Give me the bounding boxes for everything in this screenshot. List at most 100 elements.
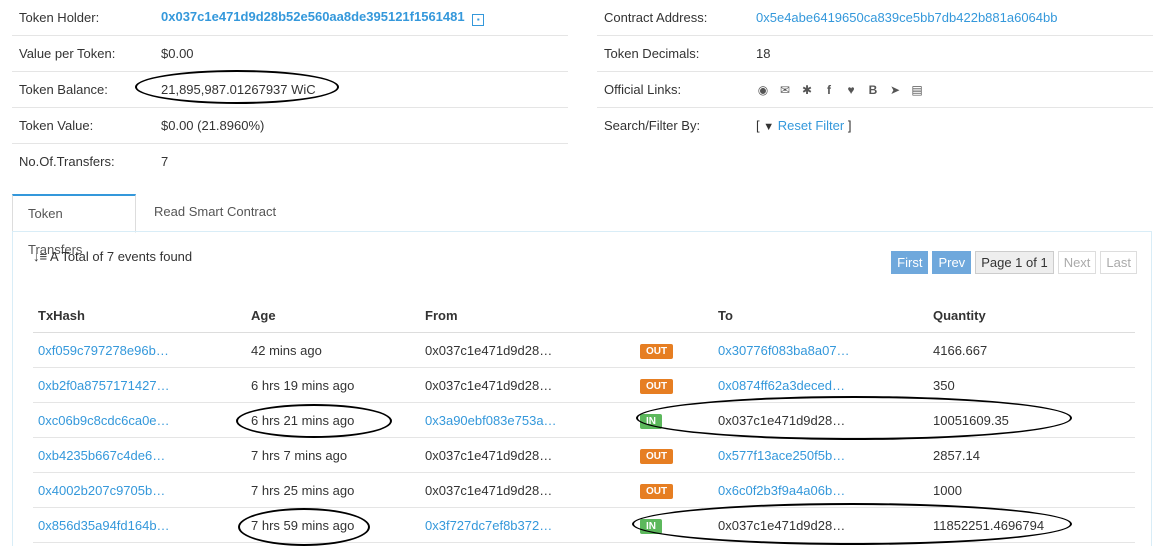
token-decimals-row: Token Decimals: 18 (597, 36, 1153, 72)
transfers-table: TxHash Age From To Quantity 0xf059c79727… (33, 298, 1135, 543)
value-per-token-label: Value per Token: (19, 46, 116, 61)
token-holder-label: Token Holder: (19, 10, 100, 25)
tab-token-transfers[interactable]: Token Transfers (12, 194, 136, 257)
token-summary-right: Contract Address: 0x5e4abe6419650ca839ce… (597, 0, 1153, 143)
to-address-link[interactable]: 0x6c0f2b3f9a4a06b… (718, 483, 845, 498)
direction-badge: IN (640, 413, 662, 429)
first-page-button[interactable]: First (891, 251, 929, 274)
to-address-link[interactable]: 0x30776f083ba8a07… (718, 343, 850, 358)
filter-bracket-close: ] (847, 118, 852, 133)
txhash-link[interactable]: 0xb4235b667c4de6… (38, 448, 165, 463)
tab-bar: Token Transfers Read Smart Contract (12, 194, 1152, 257)
transfers-count-value: 7 (161, 154, 169, 169)
to-address-link[interactable]: 0x577f13ace250f5b… (718, 448, 845, 463)
facebook-icon[interactable]: f (822, 83, 836, 97)
quantity-cell: 10051609.35 (928, 402, 1135, 438)
txhash-link[interactable]: 0x856d35a94fd164b… (38, 518, 170, 533)
official-links-icons: ◉ ✉ ✱ f ♥ B ➤ ▤ (756, 83, 1153, 97)
age-cell: 7 hrs 59 mins ago (246, 507, 420, 543)
from-address: 0x037c1e471d9d28… (425, 447, 553, 463)
to-header: To (713, 298, 928, 333)
last-page-button[interactable]: Last (1100, 251, 1137, 274)
age-header: Age (246, 298, 420, 333)
token-holder-row: Token Holder: 0x037c1e471d9d28b52e560aa8… (12, 0, 568, 36)
page-indicator: Page 1 of 1 (975, 251, 1054, 274)
to-address: 0x037c1e471d9d28… (718, 517, 846, 533)
token-balance-row: Token Balance: 21,895,987.01267937 WiC (12, 72, 568, 108)
quantity-cell: 4166.667 (928, 332, 1135, 368)
quantity-header: Quantity (928, 298, 1135, 333)
filter-icon: ▼ (763, 121, 775, 133)
contract-address-label: Contract Address: (604, 10, 708, 25)
whitepaper-icon[interactable]: ▤ (910, 83, 924, 97)
slack-icon[interactable]: ✱ (800, 83, 814, 97)
token-summary-left: Token Holder: 0x037c1e471d9d28b52e560aa8… (12, 0, 568, 179)
table-header-row: TxHash Age From To Quantity (33, 298, 1135, 333)
prev-page-button[interactable]: Prev (932, 251, 972, 274)
from-address: 0x037c1e471d9d28… (425, 377, 553, 393)
search-filter-label: Search/Filter By: (604, 118, 701, 133)
copy-icon[interactable]: ▪ (472, 14, 485, 26)
txhash-link[interactable]: 0xb2f0a8757171427… (38, 378, 170, 393)
next-page-button[interactable]: Next (1057, 251, 1097, 274)
token-holder-address-link[interactable]: 0x037c1e471d9d28b52e560aa8de395121f15614… (161, 9, 465, 24)
table-row: 0x856d35a94fd164b… 7 hrs 59 mins ago 0x3f7… (33, 507, 1135, 543)
token-value-label: Token Value: (19, 118, 94, 133)
from-address-link[interactable]: 0x3a90ebf083e753a… (425, 413, 557, 428)
pagination: First Prev Page 1 of 1 Next Last (891, 251, 1137, 274)
table-row: 0xc06b9c8cdc6ca0e… 6 hrs 21 mins ago 0x3a9… (33, 402, 1135, 438)
table-row: 0x4002b207c9705b… 7 hrs 25 mins ago 0x037c… (33, 472, 1135, 508)
table-row: 0xb4235b667c4de6… 7 hrs 7 mins ago 0x037c1… (33, 437, 1135, 473)
direction-badge: OUT (640, 448, 674, 464)
value-per-token-value: $0.00 (161, 46, 194, 61)
direction-badge: IN (640, 518, 662, 534)
age-cell: 42 mins ago (246, 332, 420, 368)
transfers-count-label: No.Of.Transfers: (19, 154, 115, 169)
value-per-token-row: Value per Token: $0.00 (12, 36, 568, 72)
official-links-row: Official Links: ◉ ✉ ✱ f ♥ B ➤ ▤ (597, 72, 1153, 108)
age-cell: 7 hrs 25 mins ago (246, 472, 420, 508)
table-row: 0xf059c797278e96b… 42 mins ago 0x037c1e471… (33, 332, 1135, 368)
quantity-cell: 350 (928, 367, 1135, 403)
from-header: From (420, 298, 635, 333)
to-address: 0x037c1e471d9d28… (718, 412, 846, 428)
token-value-row: Token Value: $0.00 (21.8960%) (12, 108, 568, 144)
token-balance-label: Token Balance: (19, 82, 108, 97)
tab-read-smart-contract[interactable]: Read Smart Contract (139, 194, 291, 230)
bitcoin-icon[interactable]: B (866, 83, 880, 97)
token-value-value: $0.00 (21.8960%) (161, 118, 265, 133)
sort-icon: ↓≡ (33, 249, 48, 264)
table-row: 0xb2f0a8757171427… 6 hrs 19 mins ago 0x037… (33, 367, 1135, 403)
txhash-link[interactable]: 0xf059c797278e96b… (38, 343, 169, 358)
globe-icon[interactable]: ◉ (756, 83, 770, 97)
token-decimals-label: Token Decimals: (604, 46, 700, 61)
direction-header (635, 298, 713, 333)
token-decimals-value: 18 (756, 46, 771, 61)
from-address: 0x037c1e471d9d28… (425, 482, 553, 498)
transfers-count-row: No.Of.Transfers: 7 (12, 144, 568, 179)
direction-badge: OUT (640, 343, 674, 359)
twitter-icon[interactable]: ♥ (844, 83, 858, 97)
token-balance-value: 21,895,987.01267937 WiC (161, 82, 316, 97)
quantity-cell: 11852251.4696794 (928, 507, 1135, 543)
from-address-link[interactable]: 0x3f727dc7ef8b372… (425, 518, 552, 533)
quantity-cell: 2857.14 (928, 437, 1135, 473)
contract-address-row: Contract Address: 0x5e4abe6419650ca839ce… (597, 0, 1153, 36)
email-icon[interactable]: ✉ (778, 83, 792, 97)
events-total-text: A Total of 7 events found (50, 249, 193, 264)
filter-bracket-open: [ (756, 118, 760, 133)
token-transfers-panel: ↓≡ A Total of 7 events found First Prev … (12, 231, 1152, 546)
to-address-link[interactable]: 0x0874ff62a3deced… (718, 378, 845, 393)
txhash-header: TxHash (33, 298, 246, 333)
txhash-link[interactable]: 0xc06b9c8cdc6ca0e… (38, 413, 170, 428)
quantity-cell: 1000 (928, 472, 1135, 508)
direction-badge: OUT (640, 378, 674, 394)
telegram-icon[interactable]: ➤ (888, 83, 902, 97)
from-address: 0x037c1e471d9d28… (425, 342, 553, 358)
age-cell: 6 hrs 19 mins ago (246, 367, 420, 403)
contract-address-link[interactable]: 0x5e4abe6419650ca839ce5bb7db422b881a6064… (756, 10, 1057, 25)
search-filter-row: Search/Filter By: [ ▼ Reset Filter ] (597, 108, 1153, 143)
txhash-link[interactable]: 0x4002b207c9705b… (38, 483, 165, 498)
reset-filter-link[interactable]: Reset Filter (778, 118, 844, 133)
direction-badge: OUT (640, 483, 674, 499)
